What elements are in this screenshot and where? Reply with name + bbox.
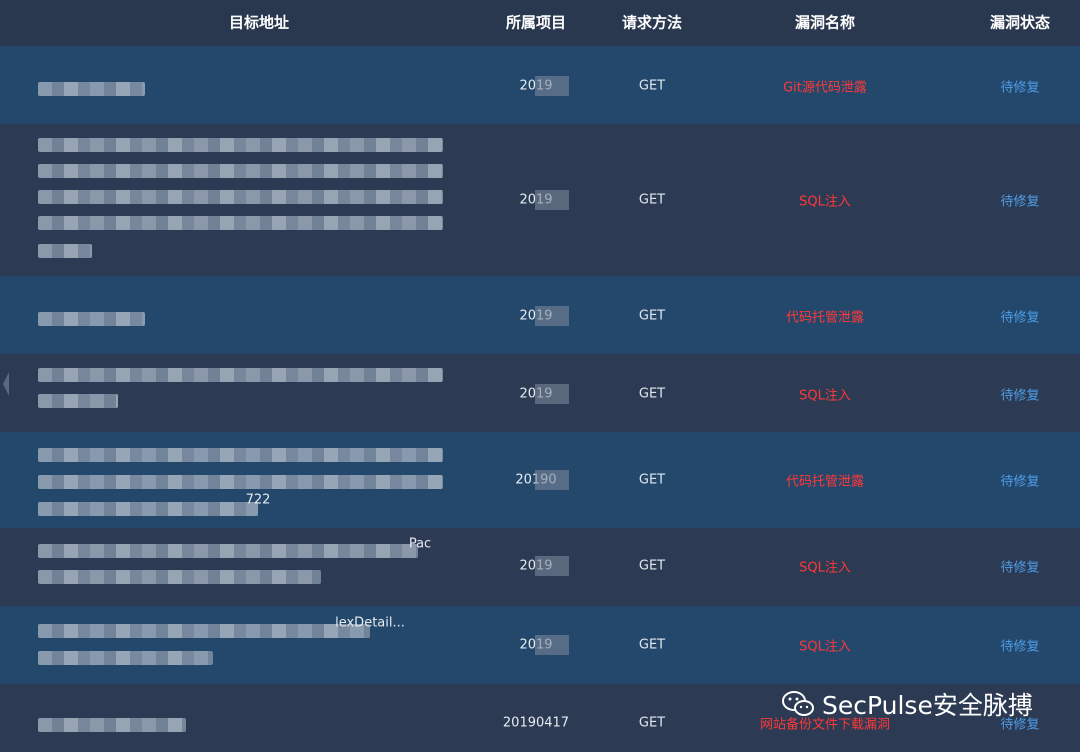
vuln-name-cell[interactable]: SQL注入 [799,557,851,576]
status-cell[interactable]: 待修复 [1000,471,1039,490]
target-visible-suffix: 722 [245,492,271,508]
watermark-text: SecPulse安全脉搏 [822,691,1033,720]
header-method[interactable]: 请求方法 [622,12,682,33]
method-cell: GET [638,637,666,653]
project-cell: 20190417 [502,715,570,731]
vuln-name-cell[interactable]: SQL注入 [799,191,851,210]
method-cell: GET [638,308,666,324]
table-row[interactable]: lexDetail... 2019 GET SQL注入 待修复 [0,606,1080,684]
table-row[interactable]: 722 20190 GET 代码托管泄露 待修复 [0,432,1080,528]
header-status[interactable]: 漏洞状态 [990,12,1050,33]
vuln-name-cell[interactable]: 代码托管泄露 [786,471,864,490]
table-row[interactable]: 2019 GET 代码托管泄露 待修复 [0,276,1080,354]
vuln-name-cell[interactable]: Git源代码泄露 [783,77,867,96]
vuln-name-cell[interactable]: 代码托管泄露 [786,307,864,326]
table-row[interactable]: 2019 GET Git源代码泄露 待修复 [0,46,1080,124]
status-cell[interactable]: 待修复 [1000,385,1039,404]
target-visible-suffix: lexDetail... [335,615,405,631]
table-row[interactable]: 2019 GET SQL注入 待修复 [0,354,1080,432]
scroll-handle[interactable] [3,372,9,396]
status-cell[interactable]: 待修复 [1000,636,1039,655]
vuln-name-cell[interactable]: SQL注入 [799,385,851,404]
status-cell[interactable]: 待修复 [1000,77,1039,96]
method-cell: GET [638,472,666,488]
header-vuln-name[interactable]: 漏洞名称 [795,12,855,33]
method-cell: GET [638,715,666,731]
table-header: 目标地址 所属项目 请求方法 漏洞名称 漏洞状态 [0,0,1080,44]
method-cell: GET [638,78,666,94]
method-cell: GET [638,192,666,208]
wechat-icon [782,691,814,716]
header-target[interactable]: 目标地址 [229,12,289,33]
vuln-name-cell[interactable]: SQL注入 [799,636,851,655]
table-row[interactable]: Pac 2019 GET SQL注入 待修复 [0,528,1080,606]
status-cell[interactable]: 待修复 [1000,307,1039,326]
status-cell[interactable]: 待修复 [1000,557,1039,576]
method-cell: GET [638,558,666,574]
redacted-target [38,82,145,96]
method-cell: GET [638,386,666,402]
table-row[interactable]: 2019 GET SQL注入 待修复 [0,124,1080,276]
status-cell[interactable]: 待修复 [1000,191,1039,210]
watermark: SecPulse安全脉搏 [782,684,1033,724]
header-project[interactable]: 所属项目 [506,12,566,33]
target-visible-suffix: Pac [408,536,432,552]
